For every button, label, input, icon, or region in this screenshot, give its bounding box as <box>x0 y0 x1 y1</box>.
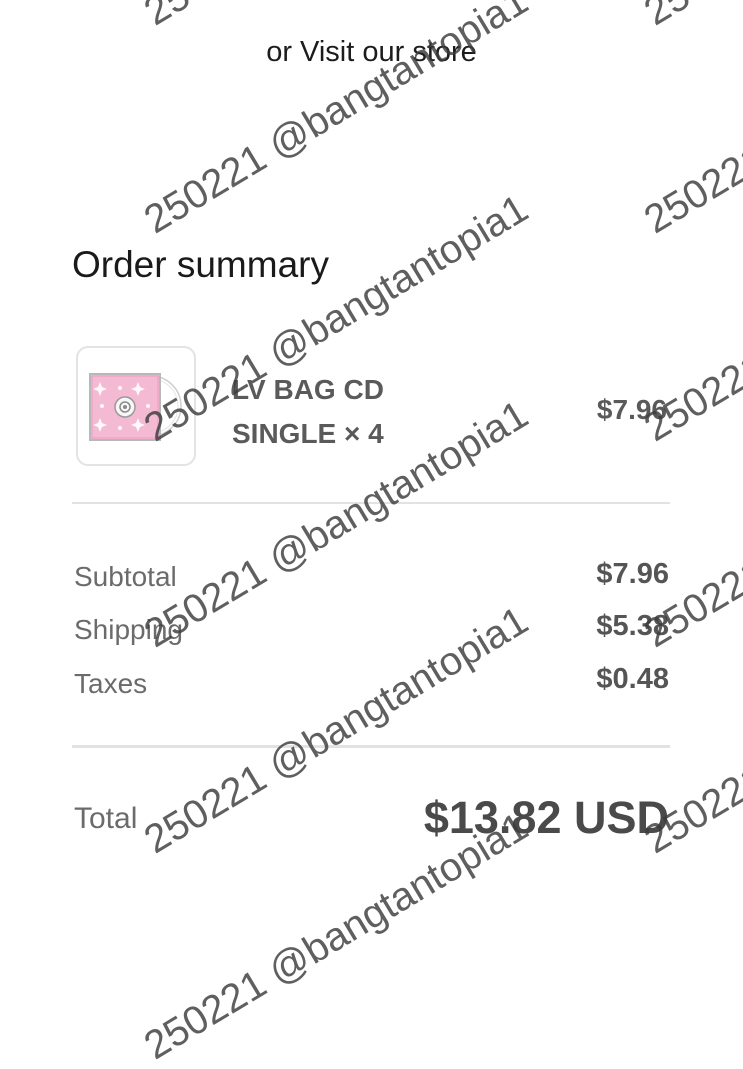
order-summary-title: Order summary <box>72 244 329 285</box>
divider <box>72 745 670 748</box>
line-item-name-line2: SINGLE × 4 <box>232 418 384 449</box>
shipping-value: $5.38 <box>596 610 669 642</box>
store-link[interactable]: or Visit our store <box>0 36 743 69</box>
watermark: 250221 @bangtantopia1 <box>137 0 536 35</box>
line-item-thumbnail <box>76 346 196 466</box>
taxes-value: $0.48 <box>596 663 669 695</box>
subtotal-label: Subtotal <box>74 561 177 592</box>
taxes-label: Taxes <box>74 668 148 699</box>
line-item-price: $7.96 <box>596 394 667 425</box>
shipping-label: Shipping <box>74 614 183 645</box>
pink-monogram-cd-cover-icon <box>89 373 182 441</box>
divider <box>72 502 670 504</box>
total-label: Total <box>74 802 138 835</box>
subtotal-value: $7.96 <box>596 558 669 590</box>
line-item-name: LV BAG CD SINGLE × 4 <box>232 368 384 456</box>
total-value: $13.82 USD <box>423 792 669 843</box>
line-item-name-line1: LV BAG CD <box>232 374 384 405</box>
watermark: 250221 @bangtantopia1 <box>637 0 743 35</box>
watermark: 250221 @bangtantopia1 <box>136 804 536 1069</box>
